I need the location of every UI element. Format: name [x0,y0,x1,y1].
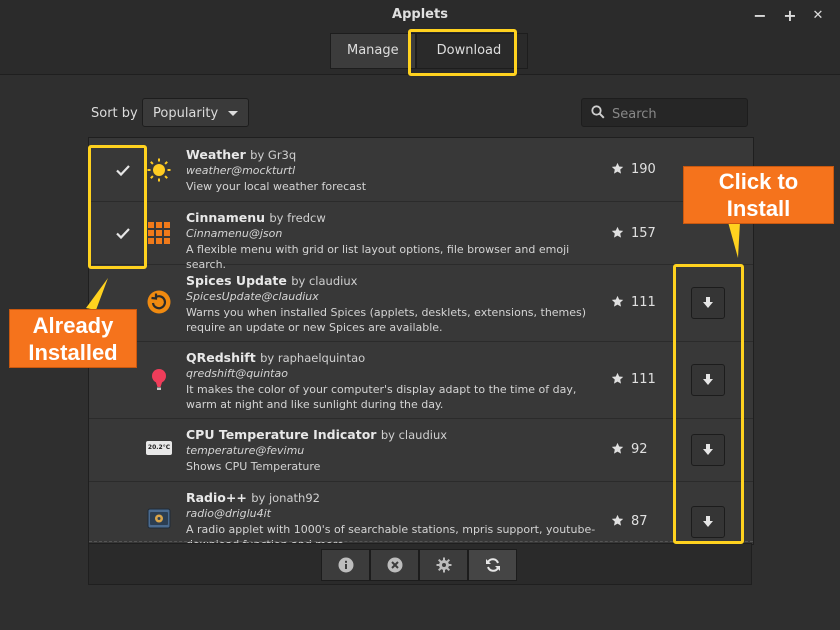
search-icon [591,105,605,119]
click-to-install-callout: Click to Install [683,166,834,224]
gear-icon [436,557,452,573]
install-buttons-highlight [673,264,744,544]
applet-uuid: temperature@fevimu [186,444,305,457]
configure-button[interactable] [419,549,468,581]
search-box[interactable] [581,98,748,127]
temperature-icon: 20.2°C [146,441,172,455]
info-button[interactable] [321,549,370,581]
installed-highlight [88,145,147,269]
star-icon [611,295,624,307]
grid-menu-icon [148,222,170,244]
applet-name: CPU Temperature Indicator by claudiux [186,427,448,442]
sort-label: Sort by [91,106,138,121]
list-item[interactable]: Weather by Gr3q weather@mockturtl View y… [89,138,753,202]
minimize-button[interactable]: − [750,6,770,26]
list-item[interactable]: Spices Update by claudiux SpicesUpdate@c… [89,265,753,342]
applet-uuid: weather@mockturtl [186,164,296,177]
applet-name: QRedshift by raphaelquintao [186,350,366,365]
applet-author: by claudiux [291,274,358,288]
applet-uuid: radio@driglu4it [186,507,271,520]
applet-list[interactable]: Weather by Gr3q weather@mockturtl View y… [88,137,754,545]
sun-icon [147,158,171,182]
remove-icon [387,557,403,573]
applet-rating: 157 [611,226,656,241]
update-icon [147,290,171,314]
tab-manage[interactable]: Manage [330,33,416,69]
applet-rating: 92 [611,442,648,457]
applet-description: Warns you when installed Spices (applets… [186,306,587,334]
applet-rating: 190 [611,162,656,177]
already-installed-callout: Already Installed [9,309,137,368]
caret-down-icon [228,111,238,116]
search-input[interactable] [610,103,744,125]
applet-rating: 111 [611,295,656,310]
uninstall-button[interactable] [370,549,419,581]
star-icon [611,514,624,526]
star-icon [611,442,624,454]
applet-uuid: Cinnamenu@json [186,227,283,240]
list-item[interactable]: 20.2°C CPU Temperature Indicator by clau… [89,419,753,482]
close-button[interactable]: ✕ [808,6,828,26]
star-icon [611,162,624,174]
applet-author: by fredcw [269,211,326,225]
refresh-icon [486,558,500,572]
window-title: Applets [392,7,448,22]
scroll-edge-divider [89,541,753,542]
applet-name: Radio++ by jonath92 [186,490,320,505]
applet-rating: 111 [611,372,656,387]
bulb-icon [152,369,166,390]
applet-uuid: qredshift@quintao [186,367,288,380]
maximize-button[interactable]: + [780,6,800,26]
applet-name: Weather by Gr3q [186,147,297,162]
star-icon [611,372,624,384]
sort-value: Popularity [153,106,219,121]
radio-icon [147,508,171,529]
applet-author: by raphaelquintao [260,351,366,365]
sort-dropdown[interactable]: Popularity [142,98,249,127]
refresh-button[interactable] [468,549,517,581]
download-tab-highlight [408,29,517,76]
info-icon [338,557,354,573]
applet-description: It makes the color of your computer's di… [186,383,577,411]
applet-description: Shows CPU Temperature [186,460,321,473]
toolbar-buttons [321,549,517,581]
applet-author: by claudiux [380,428,448,442]
list-item[interactable]: QRedshift by raphaelquintao qredshift@qu… [89,342,753,419]
applet-author: by Gr3q [250,148,297,162]
applet-name: Spices Update by claudiux [186,273,358,288]
applet-uuid: SpicesUpdate@claudiux [186,290,319,303]
applet-rating: 87 [611,514,648,529]
applet-name: Cinnamenu by fredcw [186,210,326,225]
star-icon [611,226,624,238]
applet-author: by jonath92 [251,491,320,505]
applet-description: View your local weather forecast [186,180,367,193]
list-item[interactable]: Cinnamenu by fredcw Cinnamenu@json A fle… [89,202,753,271]
list-item[interactable]: Radio++ by jonath92 radio@driglu4it A ra… [89,482,753,544]
